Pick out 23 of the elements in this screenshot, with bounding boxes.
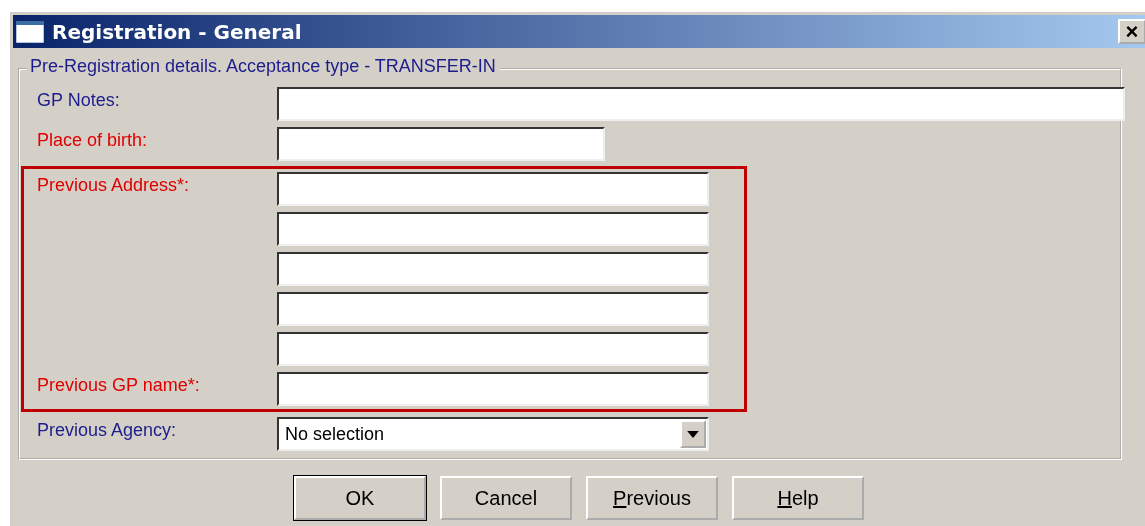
input-field[interactable] [277,87,1125,121]
dialog-button[interactable]: OK [294,476,426,520]
close-button[interactable]: × [1118,19,1145,44]
dropdown-arrow-icon [687,430,699,438]
input-field[interactable] [277,372,709,406]
agency-dropdown[interactable]: No selection [277,417,709,451]
input-field[interactable] [277,127,605,161]
input-field[interactable] [277,332,709,366]
dialog-button[interactable]: Cancel [440,476,572,520]
input-field[interactable] [277,172,709,206]
field-label: GP Notes: [37,90,120,110]
input-field[interactable] [277,252,709,286]
field-label: Previous Agency: [37,420,177,440]
field-label: Previous GP name*: [37,375,200,395]
dialog-button[interactable]: Previous [586,476,718,520]
input-field[interactable] [277,212,709,246]
dialog-button[interactable]: Help [732,476,864,520]
input-field[interactable] [277,292,709,326]
window-title: Registration - General [52,19,302,44]
group-title: Pre-Registration details. Acceptance type - TRANSFER-IN [26,56,500,77]
field-label: Previous Address*: [37,175,190,195]
field-label: Place of birth: [37,130,148,150]
window-icon [16,20,44,43]
